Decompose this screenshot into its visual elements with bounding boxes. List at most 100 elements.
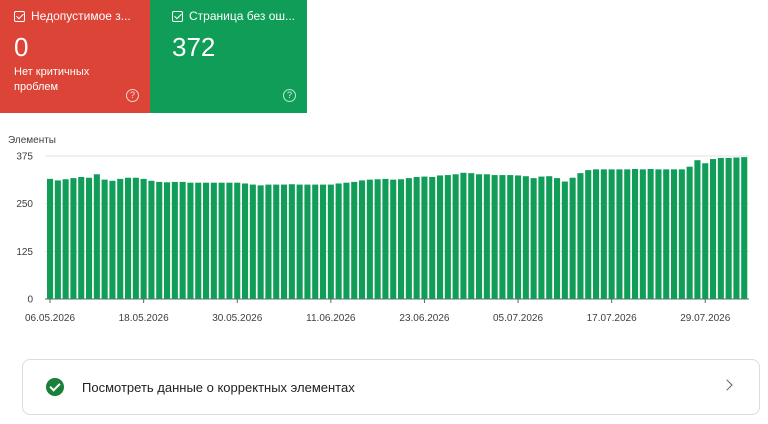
chart-bar[interactable] [741,157,748,299]
chart-bar[interactable] [616,169,623,299]
chart-bar[interactable] [577,173,584,299]
chart-bar[interactable] [132,177,139,299]
chart-bar[interactable] [125,177,132,299]
chart-bar[interactable] [452,174,459,299]
error-status-card[interactable]: Недопустимое з... 0 Нет критичных пробле… [0,0,150,113]
chart-bar[interactable] [343,182,350,299]
chart-bar[interactable] [117,178,124,299]
chart-bar[interactable] [530,178,537,299]
chart-bar[interactable] [210,182,217,299]
chart-bar[interactable] [694,160,701,299]
chart-bar[interactable] [320,184,327,299]
chart-bar[interactable] [335,183,342,299]
chart-bar[interactable] [249,184,256,299]
chart-bar[interactable] [78,176,85,299]
chart-bar[interactable] [546,176,553,299]
valid-checkbox-icon[interactable] [172,10,183,22]
error-checkbox-icon[interactable] [14,10,25,22]
chart-bar[interactable] [351,181,358,299]
chart-bar[interactable] [101,179,108,299]
chart-bar[interactable] [686,166,693,299]
chart-bar[interactable] [242,183,249,299]
chart-bar[interactable] [70,178,77,299]
chart-bar[interactable] [288,184,295,299]
chart-bar[interactable] [164,182,171,299]
chart-bar[interactable] [265,184,272,299]
chart-bar[interactable] [624,169,631,299]
chart-bar[interactable] [585,170,592,299]
chart-bar[interactable] [522,176,529,299]
chart-bar[interactable] [203,182,210,299]
chart-bar[interactable] [257,185,264,299]
chart-bar[interactable] [234,182,241,299]
chart-bar[interactable] [702,163,709,299]
chart-bar[interactable] [554,178,561,299]
chart-bar[interactable] [226,182,233,299]
chart-bar[interactable] [655,169,662,299]
chart-bar[interactable] [678,169,685,299]
view-valid-items-row[interactable]: Посмотреть данные о корректных элементах [22,359,760,415]
x-tick-label: 11.06.2026 [306,313,356,324]
chart-bar[interactable] [405,178,412,299]
chart-bar[interactable] [429,176,436,299]
chart-bar[interactable] [538,176,545,299]
chart-bar[interactable] [171,181,178,299]
chart-bar[interactable] [647,168,654,299]
chart-bar[interactable] [93,174,100,299]
valid-status-card[interactable]: Страница без ош... 372 ? [150,0,307,113]
chart-bar[interactable] [483,174,490,299]
chart-bar[interactable] [156,181,163,299]
y-tick-label: 250 [16,199,33,210]
chart-bar[interactable] [561,181,568,299]
chart-bar[interactable] [515,175,522,299]
chart-bar[interactable] [273,184,280,299]
chart-bar[interactable] [717,157,724,299]
chart-bar[interactable] [187,182,194,299]
chart-bar[interactable] [725,157,732,299]
chart-bar[interactable] [507,175,514,299]
chart-bar[interactable] [491,175,498,299]
chart-bar[interactable] [421,176,428,299]
chart-bar[interactable] [608,169,615,299]
chart-bar[interactable] [569,177,576,299]
chart-bar[interactable] [733,157,740,299]
chart-bar[interactable] [710,159,717,299]
chart-bar[interactable] [109,180,116,299]
chart-bar[interactable] [468,173,475,299]
chart-bar[interactable] [374,179,381,299]
chart-bar[interactable] [327,184,334,299]
chart-bar[interactable] [671,169,678,299]
chart-bar[interactable] [62,179,69,299]
chart-bar[interactable] [444,175,451,299]
chart-bar[interactable] [179,181,186,299]
chart-bar[interactable] [382,178,389,299]
chart-bar[interactable] [304,184,311,299]
help-circle-icon[interactable]: ? [126,89,139,102]
chart-bar[interactable] [398,179,405,299]
chart-bar[interactable] [632,168,639,299]
chart-bar[interactable] [218,182,225,299]
chart-bar[interactable] [593,169,600,299]
chart-bar[interactable] [390,179,397,299]
chart-bar[interactable] [140,178,147,299]
chart-bar[interactable] [600,169,607,299]
y-tick-label: 375 [16,152,33,163]
chart-bar[interactable] [281,184,288,299]
chart-bar[interactable] [639,169,646,299]
chart-bar[interactable] [86,177,93,299]
chart-bar[interactable] [54,180,61,299]
chart-bar[interactable] [663,169,670,299]
help-circle-icon[interactable]: ? [283,89,296,102]
chart-bar[interactable] [296,184,303,299]
chart-bar[interactable] [359,180,366,299]
chart-bar[interactable] [312,184,319,299]
chart-bar[interactable] [195,182,202,299]
chart-bar[interactable] [47,178,54,299]
chart-bar[interactable] [437,175,444,299]
chart-bar[interactable] [413,176,420,299]
chart-bar[interactable] [460,172,467,299]
chart-bar[interactable] [148,180,155,299]
chart-bar[interactable] [499,175,506,299]
chart-bar[interactable] [366,179,373,299]
chart-bar[interactable] [476,174,483,299]
